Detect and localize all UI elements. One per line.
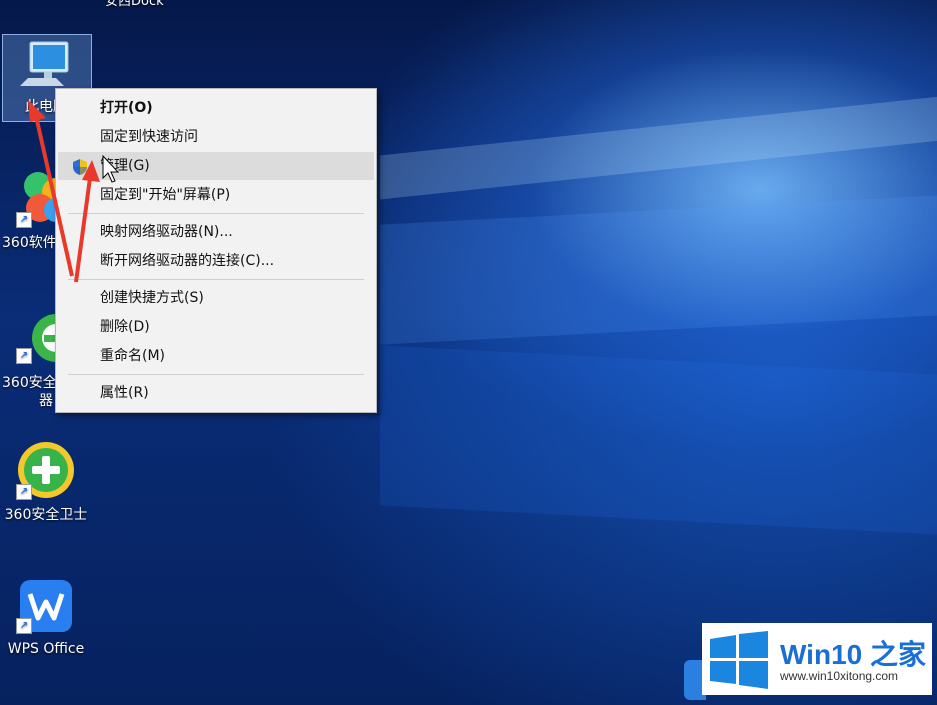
mouse-cursor-icon [102, 154, 120, 183]
annotation-overlay [28, 100, 120, 283]
watermark-brand: Win10 之家 [780, 639, 926, 670]
red-arrow-line-icon [74, 177, 92, 283]
red-arrow-line-icon [34, 115, 74, 277]
desktop: 安西Dock 此电脑 ↗ 360软件 ↗ 360安全 器 ↗ 360安全卫士 ↗… [0, 0, 937, 705]
watermark-url: www.win10xitong.com [780, 669, 899, 683]
watermark: Win10 之家 www.win10xitong.com [702, 623, 932, 695]
red-arrowhead-icon [82, 160, 100, 182]
red-arrowhead-icon [28, 100, 46, 122]
windows-logo-icon [710, 631, 768, 689]
